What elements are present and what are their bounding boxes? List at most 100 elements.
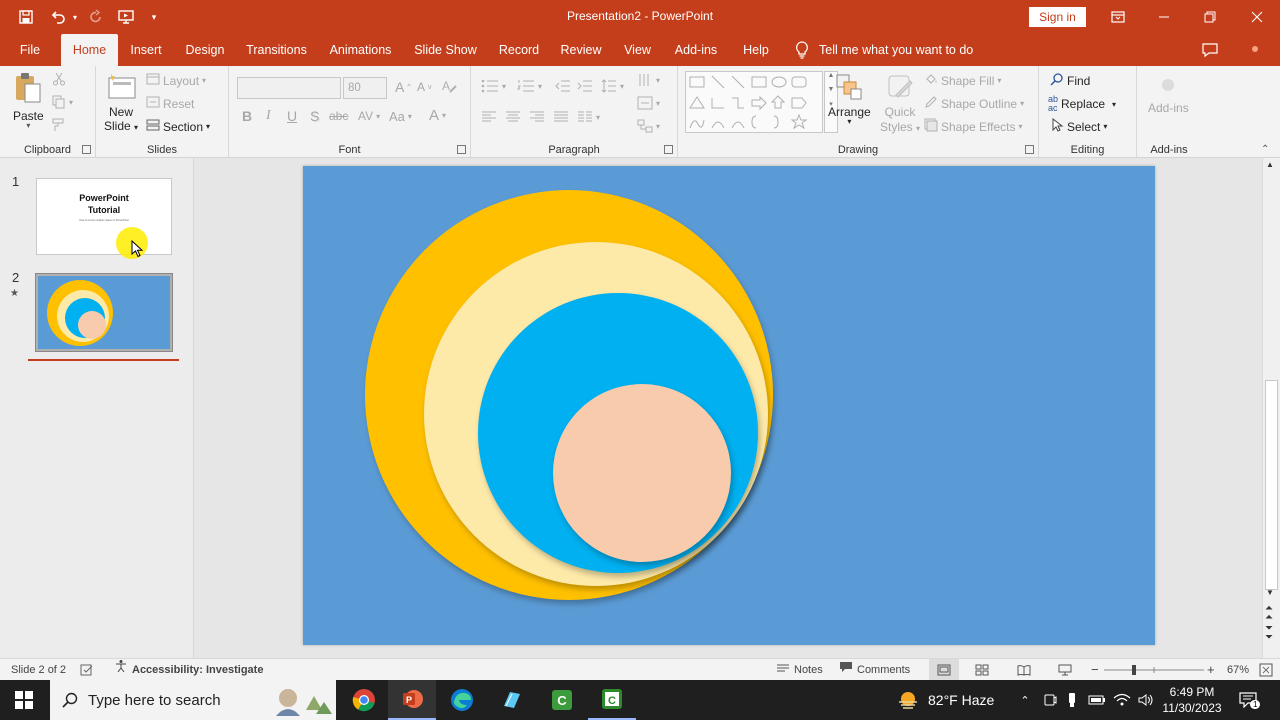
select-button[interactable]: Select ▾	[1052, 117, 1107, 135]
section-button[interactable]: Section ▾	[146, 119, 210, 134]
volume-icon[interactable]	[1137, 680, 1155, 720]
save-icon[interactable]	[14, 5, 38, 29]
character-spacing-icon[interactable]: AV ▾	[358, 109, 380, 123]
present-from-beginning-icon[interactable]	[114, 5, 138, 29]
slide-show-icon[interactable]	[1058, 659, 1072, 681]
notes-button[interactable]: Notes	[776, 659, 823, 681]
copy-icon[interactable]: ▾	[52, 95, 73, 109]
windows-start-icon[interactable]	[0, 680, 48, 720]
slide-sorter-icon[interactable]	[975, 659, 989, 681]
accessibility-status[interactable]: Accessibility: Investigate	[114, 659, 263, 681]
restore-icon[interactable]	[1187, 0, 1233, 34]
increase-indent-icon[interactable]	[577, 79, 593, 93]
reset-button[interactable]: Reset	[146, 96, 194, 111]
new-slide-button[interactable]: New Slide ▾	[104, 72, 138, 133]
usb-drive-icon[interactable]	[1066, 680, 1078, 720]
scrollbar-thumb[interactable]	[1265, 380, 1278, 590]
font-launcher-icon[interactable]	[457, 145, 466, 154]
quick-styles-button[interactable]: Quick Styles ▾	[880, 73, 920, 134]
numbering-icon[interactable]: ▾	[517, 79, 542, 93]
meet-now-icon[interactable]	[1042, 680, 1058, 720]
columns-icon[interactable]: ▾	[577, 111, 600, 123]
bullets-icon[interactable]: ▾	[481, 79, 506, 93]
slide-canvas[interactable]	[303, 166, 1155, 645]
slide-thumbnail-1[interactable]: PowerPoint Tutorial How to Group multipl…	[36, 178, 172, 259]
powerpoint-taskbar-icon[interactable]: P	[388, 680, 436, 720]
tab-help[interactable]: Help	[737, 34, 775, 66]
text-shadow-icon[interactable]: S	[310, 108, 319, 124]
vertical-scrollbar[interactable]: ▲ ▼ ⏶ ⏶ ⏷ ⏷	[1262, 158, 1280, 658]
shape-effects-button[interactable]: Shape Effects ▾	[924, 118, 1023, 135]
underline-icon[interactable]: U	[287, 108, 297, 124]
tab-file[interactable]: File	[12, 34, 48, 66]
zoom-level[interactable]: 67%	[1227, 659, 1249, 681]
justify-icon[interactable]	[553, 111, 569, 123]
taskbar-search-box[interactable]: Type here to search	[50, 680, 336, 720]
customize-qat-icon[interactable]: ▾	[142, 5, 166, 29]
circle-peach[interactable]	[553, 384, 731, 562]
chrome-icon[interactable]	[340, 680, 388, 720]
wifi-icon[interactable]	[1113, 680, 1131, 720]
tab-add-ins[interactable]: Add-ins	[670, 34, 722, 66]
undo-icon[interactable]	[46, 5, 70, 29]
font-color-icon[interactable]: A ▾	[429, 107, 446, 124]
minimize-icon[interactable]	[1141, 0, 1187, 34]
drawing-launcher-icon[interactable]	[1025, 145, 1034, 154]
comments-icon[interactable]	[1201, 42, 1219, 61]
decrease-indent-icon[interactable]	[555, 79, 571, 93]
increase-font-size-icon[interactable]: A ^	[395, 79, 411, 95]
tell-me-search[interactable]: Tell me what you want to do	[795, 34, 973, 66]
tab-record[interactable]: Record	[494, 34, 544, 66]
previous-slide-icon[interactable]: ⏶ ⏶	[1265, 604, 1273, 623]
shape-fill-button[interactable]: Shape Fill ▾	[924, 72, 1001, 89]
camtasia-icon[interactable]: C	[538, 680, 586, 720]
scroll-down-icon[interactable]: ▼	[1266, 588, 1274, 597]
replace-button[interactable]: ab ac Replace ▾	[1048, 95, 1116, 113]
zoom-in-icon[interactable]: +	[1207, 659, 1215, 681]
redo-icon[interactable]	[84, 5, 108, 29]
tab-insert[interactable]: Insert	[125, 34, 167, 66]
align-right-icon[interactable]	[529, 111, 545, 123]
cut-icon[interactable]	[52, 72, 66, 86]
sign-in-button[interactable]: Sign in	[1029, 7, 1086, 27]
action-center-icon[interactable]: 1	[1236, 680, 1261, 720]
italic-icon[interactable]: I	[266, 108, 271, 124]
decrease-font-size-icon[interactable]: Av	[417, 80, 432, 94]
bold-icon[interactable]: B	[242, 108, 252, 124]
comments-button[interactable]: Comments	[839, 659, 910, 681]
zoom-slider[interactable]	[1104, 659, 1204, 681]
line-spacing-icon[interactable]: ▾	[601, 79, 624, 93]
format-painter-icon[interactable]	[52, 118, 66, 132]
font-size-combo[interactable]: 80	[343, 77, 387, 99]
tab-home[interactable]: Home	[61, 34, 118, 66]
scroll-up-icon[interactable]: ▲	[1266, 160, 1274, 169]
clock[interactable]: 6:49 PM 11/30/2023	[1160, 680, 1224, 720]
ribbon-display-options-icon[interactable]	[1095, 0, 1141, 34]
align-text-icon[interactable]: ▾	[637, 96, 660, 110]
spell-check-icon[interactable]	[80, 659, 94, 681]
smartart-icon[interactable]: ▾	[637, 119, 660, 133]
weather-icon[interactable]	[896, 680, 920, 720]
reading-view-icon[interactable]	[1017, 659, 1031, 681]
add-ins-button[interactable]: Add-ins	[1148, 78, 1189, 115]
clear-formatting-icon[interactable]: A	[441, 78, 457, 94]
zoom-out-icon[interactable]: −	[1091, 659, 1099, 681]
undo-dropdown-icon[interactable]: ▾	[70, 5, 80, 29]
align-center-icon[interactable]	[505, 111, 521, 123]
weather-text[interactable]: 82°F Haze	[928, 680, 994, 720]
tab-review[interactable]: Review	[558, 34, 604, 66]
strikethrough-icon[interactable]: abc	[329, 109, 348, 123]
show-hidden-icons-icon[interactable]: ⌃	[1017, 680, 1033, 720]
edge-icon[interactable]	[438, 680, 486, 720]
battery-icon[interactable]	[1088, 680, 1106, 720]
find-button[interactable]: Find	[1050, 72, 1090, 89]
next-slide-icon[interactable]: ⏷ ⏷	[1265, 624, 1273, 643]
fit-to-window-icon[interactable]	[1259, 659, 1273, 681]
slide-thumbnail-2[interactable]	[35, 273, 173, 352]
align-left-icon[interactable]	[481, 111, 497, 123]
normal-view-icon[interactable]	[929, 659, 959, 681]
notes-app-icon[interactable]	[488, 680, 536, 720]
shape-outline-button[interactable]: Shape Outline ▾	[924, 95, 1024, 112]
tab-design[interactable]: Design	[181, 34, 229, 66]
tab-slide-show[interactable]: Slide Show	[410, 34, 481, 66]
